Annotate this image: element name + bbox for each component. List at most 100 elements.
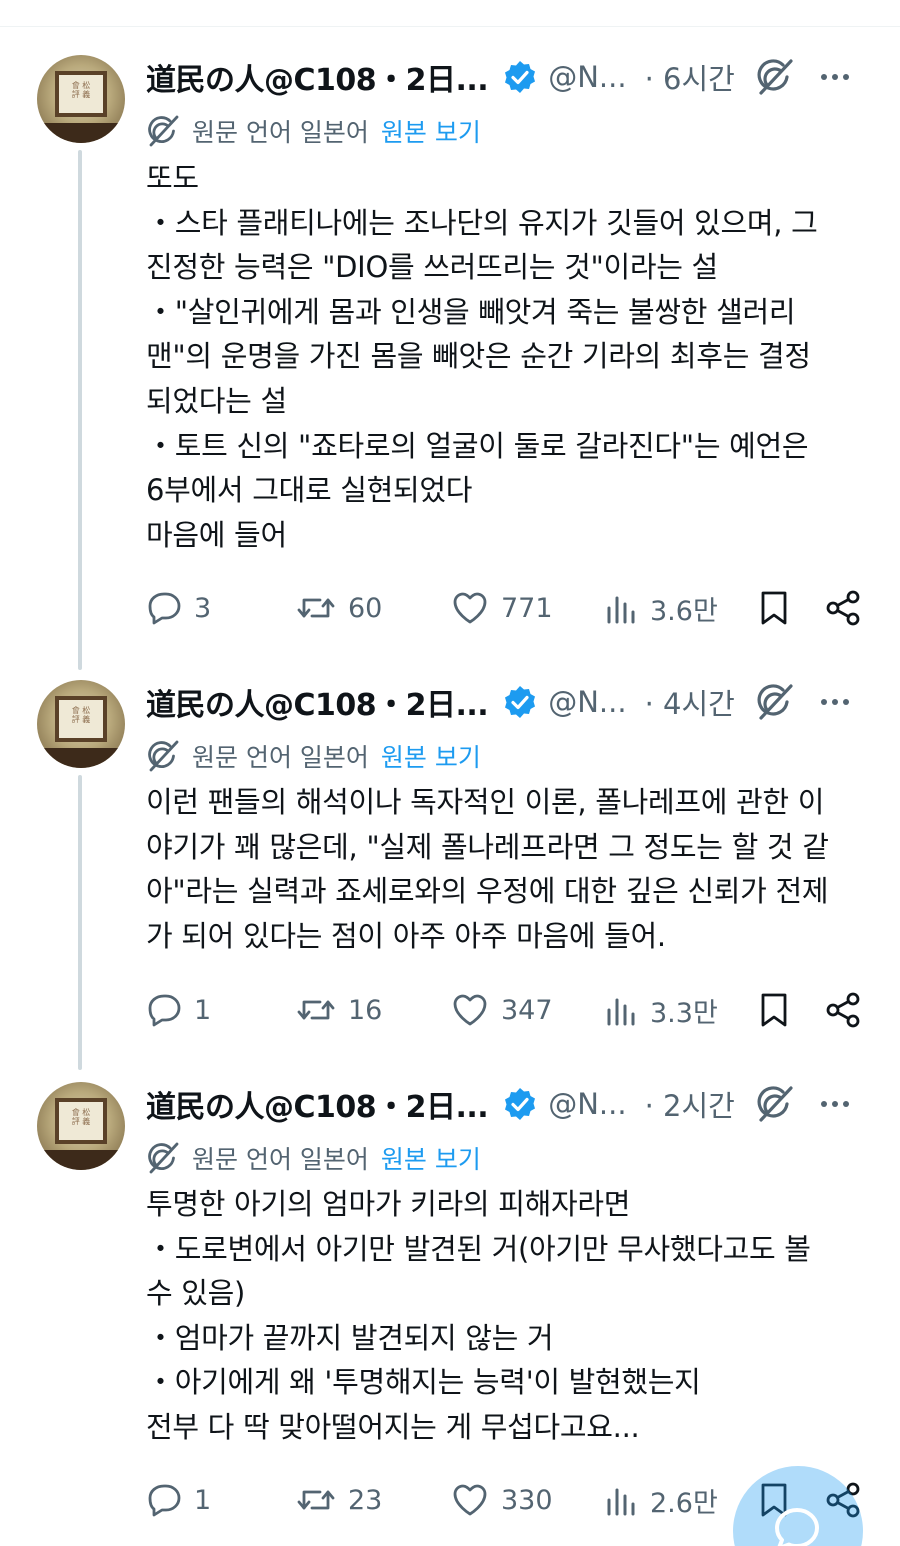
author-handle[interactable]: @N... bbox=[548, 60, 626, 94]
tweet-text-line: 되었다는 설 bbox=[146, 383, 287, 418]
tweet-text-line: 맨"의 운명을 가진 몸을 빼앗은 순간 기라의 최후는 결정 bbox=[146, 339, 811, 374]
repost-button[interactable]: 60 bbox=[296, 588, 382, 628]
share-button[interactable] bbox=[824, 588, 862, 628]
tweet-text-line: 6부에서 그대로 실현되었다 bbox=[146, 473, 473, 508]
likes-count: 771 bbox=[501, 592, 553, 624]
compose-reply-icon bbox=[775, 1508, 819, 1546]
replies-count: 1 bbox=[194, 994, 212, 1026]
reply-icon bbox=[146, 590, 182, 626]
reply-button[interactable]: 1 bbox=[146, 1480, 211, 1520]
avatar-frame: 會 松 評 義 bbox=[55, 1098, 107, 1144]
repost-icon bbox=[296, 1482, 336, 1518]
replies-count: 3 bbox=[194, 592, 212, 624]
verified-badge-icon bbox=[502, 59, 538, 95]
author-handle[interactable]: @N... bbox=[548, 685, 626, 719]
views-icon bbox=[604, 992, 638, 1028]
author-name[interactable]: 道民の人@C108・2日... bbox=[146, 1082, 489, 1126]
avatar-frame: 會 松 評 義 bbox=[55, 71, 107, 117]
tweet-text-line: 진정한 능력은 "DIO를 쓰러뜨리는 것"이라는 설 bbox=[146, 250, 718, 285]
likes-count: 330 bbox=[501, 1484, 553, 1516]
like-icon bbox=[451, 590, 489, 626]
reposts-count: 16 bbox=[348, 994, 383, 1026]
show-original-link[interactable]: 원본 보기 bbox=[381, 113, 481, 149]
author-handle[interactable]: @N... bbox=[548, 1087, 626, 1121]
repost-icon bbox=[296, 992, 336, 1028]
avatar-frame: 會 松 評 義 bbox=[55, 696, 107, 742]
avatar-base bbox=[37, 123, 125, 143]
repost-icon bbox=[296, 590, 336, 626]
views-count: 3.3만 bbox=[650, 997, 718, 1029]
views-button[interactable]: 2.6만 bbox=[604, 1480, 718, 1520]
tweet-text-line: ・"살인귀에게 몸과 인생을 빼앗겨 죽는 불쌍한 샐러리 bbox=[146, 294, 796, 329]
tweet-header: 道民の人@C108・2日... @N... · 6시간 bbox=[146, 55, 866, 99]
reply-button[interactable]: 3 bbox=[146, 588, 211, 628]
replies-count: 1 bbox=[194, 1484, 212, 1516]
show-original-link[interactable]: 원본 보기 bbox=[381, 738, 481, 774]
tweet-text-line: 또도 bbox=[146, 161, 199, 195]
translate-icon bbox=[146, 739, 180, 773]
views-icon bbox=[604, 590, 638, 626]
more-icon[interactable] bbox=[820, 699, 849, 705]
timestamp[interactable]: · 4시간 bbox=[645, 681, 735, 723]
timestamp[interactable]: · 6시간 bbox=[645, 56, 735, 98]
more-icon[interactable] bbox=[820, 1101, 849, 1107]
grok-icon[interactable] bbox=[755, 1084, 795, 1124]
tweet-text-line: 수 있음) bbox=[146, 1276, 246, 1311]
avatar-text: 會 松 評 義 bbox=[71, 81, 91, 99]
translation-row: 원문 언어 일본어 원본 보기 bbox=[146, 738, 481, 774]
tweet-text: 또도 ・스타 플래티나에는 조나단의 유지가 깃들어 있으며, 그진정한 능력은 … bbox=[146, 156, 866, 557]
like-icon bbox=[451, 992, 489, 1028]
repost-button[interactable]: 16 bbox=[296, 990, 382, 1030]
tweet-text-line: 가 되어 있다는 점이 아주 아주 마음에 들어. bbox=[146, 918, 666, 953]
tweet-text-line: ・아기에게 왜 '투명해지는 능력'이 발현했는지 bbox=[146, 1365, 701, 1400]
timestamp[interactable]: · 2시간 bbox=[645, 1083, 735, 1125]
views-count: 3.6만 bbox=[650, 595, 718, 627]
translate-icon bbox=[146, 1141, 180, 1175]
translate-icon bbox=[146, 114, 180, 148]
avatar[interactable]: 會 松 評 義 bbox=[37, 55, 125, 143]
bookmark-button[interactable] bbox=[758, 990, 790, 1030]
views-button[interactable]: 3.6만 bbox=[604, 588, 718, 628]
author-name[interactable]: 道民の人@C108・2日... bbox=[146, 55, 489, 99]
tweet-header: 道民の人@C108・2日... @N... · 2시간 bbox=[146, 1082, 866, 1126]
grok-icon[interactable] bbox=[755, 57, 795, 97]
bookmark-icon bbox=[758, 589, 790, 627]
reposts-count: 60 bbox=[348, 592, 383, 624]
views-icon bbox=[604, 1482, 638, 1518]
translation-label: 원문 언어 일본어 bbox=[192, 1145, 369, 1174]
like-button[interactable]: 330 bbox=[451, 1480, 553, 1520]
likes-count: 347 bbox=[501, 994, 553, 1026]
tweet-text-line: 투명한 아기의 엄마가 키라의 피해자라면 bbox=[146, 1187, 631, 1221]
tweet-text: 이런 팬들의 해석이나 독자적인 이론, 폴나레프에 관한 이 야기가 꽤 많은데… bbox=[146, 780, 866, 958]
avatar[interactable]: 會 松 評 義 bbox=[37, 680, 125, 768]
tweet-text: 투명한 아기의 엄마가 키라의 피해자라면 ・도로변에서 아기만 발견된 거(아기… bbox=[146, 1182, 866, 1450]
reply-icon bbox=[146, 1482, 182, 1518]
share-icon bbox=[824, 589, 862, 627]
reply-icon bbox=[146, 992, 182, 1028]
bookmark-button[interactable] bbox=[758, 588, 790, 628]
tweet-text-line: ・도로변에서 아기만 발견된 거(아기만 무사했다고도 볼 bbox=[146, 1231, 811, 1266]
like-button[interactable]: 771 bbox=[451, 588, 553, 628]
translation-label: 원문 언어 일본어 bbox=[192, 743, 369, 772]
share-icon bbox=[824, 991, 862, 1029]
reposts-count: 23 bbox=[348, 1484, 383, 1516]
author-name[interactable]: 道民の人@C108・2日... bbox=[146, 680, 489, 724]
tweet-text-line: 전부 다 딱 맞아떨어지는 게 무섭다고요... bbox=[146, 1409, 640, 1444]
floating-reply-button[interactable] bbox=[733, 1466, 863, 1546]
more-icon[interactable] bbox=[820, 74, 849, 80]
top-divider bbox=[0, 26, 900, 27]
avatar[interactable]: 會 松 評 義 bbox=[37, 1082, 125, 1170]
show-original-link[interactable]: 원본 보기 bbox=[381, 1140, 481, 1176]
like-button[interactable]: 347 bbox=[451, 990, 553, 1030]
tweet-text-line: ・스타 플래티나에는 조나단의 유지가 깃들어 있으며, 그 bbox=[146, 205, 818, 240]
grok-icon[interactable] bbox=[755, 682, 795, 722]
share-button[interactable] bbox=[824, 990, 862, 1030]
tweet-text-line: 마음에 들어 bbox=[146, 517, 287, 552]
reply-button[interactable]: 1 bbox=[146, 990, 211, 1030]
views-button[interactable]: 3.3만 bbox=[604, 990, 718, 1030]
tweet-text-line: ・토트 신의 "죠타로의 얼굴이 둘로 갈라진다"는 예언은 bbox=[146, 428, 809, 463]
avatar-base bbox=[37, 1150, 125, 1170]
translation-row: 원문 언어 일본어 원본 보기 bbox=[146, 1140, 481, 1176]
views-count: 2.6만 bbox=[650, 1487, 718, 1519]
repost-button[interactable]: 23 bbox=[296, 1480, 382, 1520]
